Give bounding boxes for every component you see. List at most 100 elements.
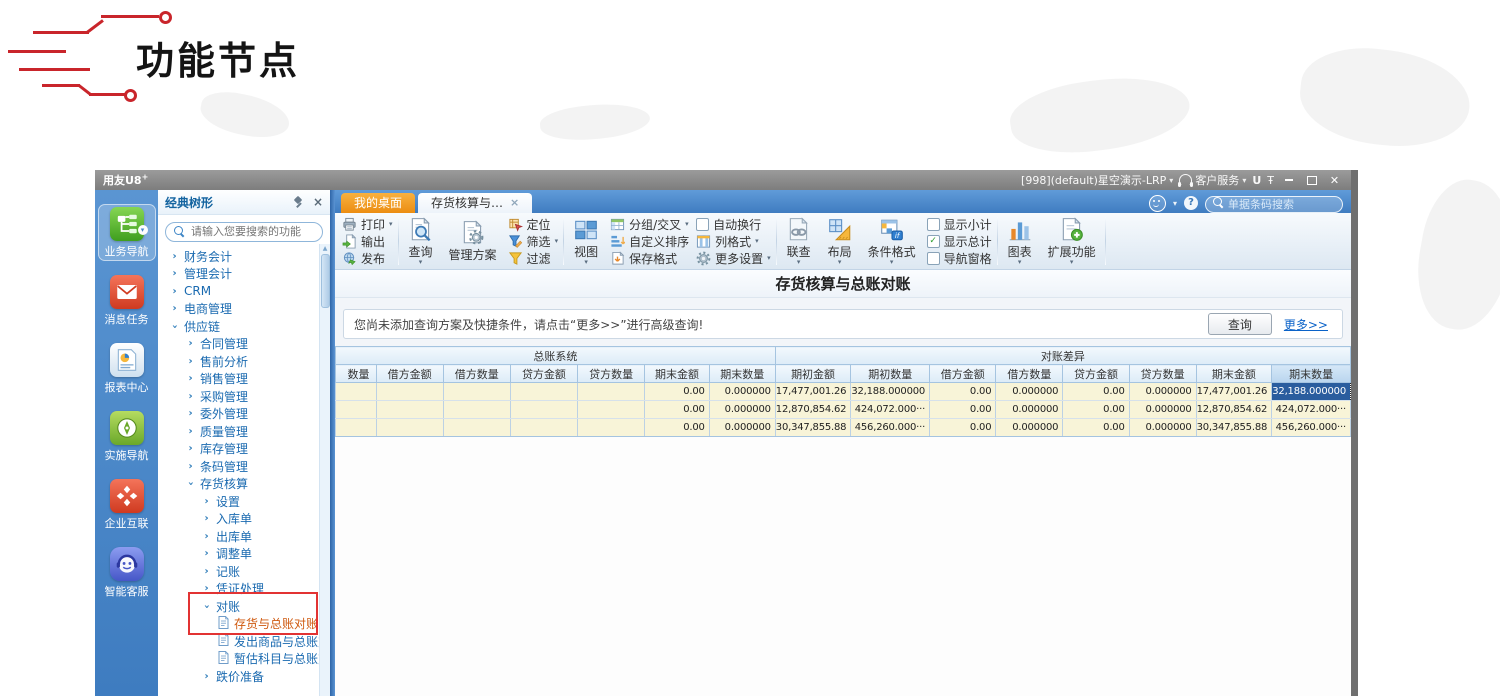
tree-panel-close-icon[interactable]: ×: [313, 196, 323, 208]
table-cell[interactable]: 0.00: [929, 382, 997, 401]
tab-inventory-reconcile[interactable]: 存货核算与… ×: [418, 193, 533, 213]
tab-close-icon[interactable]: ×: [510, 193, 519, 213]
smiley-icon[interactable]: [1148, 194, 1166, 212]
table-cell[interactable]: 0.000000: [1128, 400, 1197, 419]
table-cell[interactable]: 32,188.000000: [1271, 382, 1351, 401]
tree-item-合同管理[interactable]: › 合同管理: [158, 335, 330, 353]
table-cell[interactable]: [375, 418, 444, 437]
table-cell[interactable]: 17,477,001.26: [774, 382, 852, 401]
table-cell[interactable]: [509, 400, 579, 419]
table-cell[interactable]: 12,870,854.62: [1195, 400, 1273, 419]
table-cell[interactable]: 456,260.000···: [1271, 418, 1351, 437]
close-button[interactable]: ✕: [1326, 173, 1343, 187]
tree-item-委外管理[interactable]: › 委外管理: [158, 405, 330, 423]
table-cell[interactable]: 424,072.000···: [1271, 400, 1351, 419]
table-cell[interactable]: 0.000000: [708, 400, 776, 419]
table-cell[interactable]: 30,347,855.88: [1195, 418, 1273, 437]
table-cell[interactable]: 0.00: [644, 418, 710, 437]
table-cell[interactable]: 0.000000: [708, 418, 776, 437]
table-cell[interactable]: 0.000000: [1128, 418, 1197, 437]
table-cell[interactable]: [442, 418, 511, 437]
column-header[interactable]: 借方金额: [929, 364, 997, 383]
table-cell[interactable]: 424,072.000···: [850, 400, 931, 419]
column-header[interactable]: 借方金额: [375, 364, 444, 383]
tree-item-暂估科目与总账对账[interactable]: 暂估科目与总账对账: [158, 650, 330, 668]
column-header[interactable]: 贷方金额: [1062, 364, 1130, 383]
column-header[interactable]: 借方数量: [442, 364, 511, 383]
table-cell[interactable]: [335, 418, 377, 437]
column-header[interactable]: 期初数量: [850, 364, 931, 383]
table-cell[interactable]: [509, 418, 579, 437]
tree-item-调整单[interactable]: › 调整单: [158, 545, 330, 563]
column-header[interactable]: 期末金额: [644, 364, 710, 383]
column-header[interactable]: 贷方数量: [577, 364, 646, 383]
nav-pane-checkbox[interactable]: 导航窗格: [926, 251, 992, 266]
rail-item-5[interactable]: 企业互联: [98, 476, 156, 533]
tree-item-电商管理[interactable]: › 电商管理: [158, 300, 330, 318]
query-button[interactable]: 查询 ▾: [404, 217, 438, 266]
tree-item-条码管理[interactable]: › 条码管理: [158, 458, 330, 476]
manage-scheme-button[interactable]: 管理方案: [445, 219, 501, 263]
table-cell[interactable]: 17,477,001.26: [1195, 382, 1273, 401]
view-button[interactable]: 视图 ▾: [569, 217, 603, 266]
table-cell[interactable]: 0.000000: [995, 418, 1064, 437]
tree-item-凭证处理[interactable]: › 凭证处理: [158, 580, 330, 598]
account-selector[interactable]: [998](default)星空演示-LRP ▾: [1021, 172, 1173, 188]
customer-service-menu[interactable]: 客户服务 ▾: [1178, 172, 1246, 188]
table-cell[interactable]: [577, 382, 646, 401]
save-format-button[interactable]: 保存格式: [610, 250, 689, 266]
column-header[interactable]: 数量: [335, 364, 377, 383]
custom-sort-button[interactable]: 自定义排序: [610, 234, 689, 249]
tree-item-售前分析[interactable]: › 售前分析: [158, 353, 330, 371]
table-cell[interactable]: 0.000000: [995, 382, 1064, 401]
tree-item-发出商品与总账对账[interactable]: 发出商品与总账对账: [158, 633, 330, 651]
table-cell[interactable]: [509, 382, 579, 401]
layout-button[interactable]: 布局 ▾: [823, 217, 857, 266]
tree-item-供应链[interactable]: › 供应链: [158, 318, 330, 336]
column-header[interactable]: 期末数量: [708, 364, 776, 383]
tree-item-采购管理[interactable]: › 采购管理: [158, 388, 330, 406]
link-query-button[interactable]: 联查 ▾: [782, 217, 816, 266]
column-header[interactable]: 贷方金额: [509, 364, 579, 383]
column-format-button[interactable]: 列格式 ▾: [696, 234, 771, 249]
table-cell[interactable]: [442, 400, 511, 419]
doc-barcode-search-input[interactable]: [1205, 196, 1343, 213]
rail-item-2[interactable]: 消息任务: [98, 272, 156, 329]
restore-button[interactable]: [1303, 173, 1320, 187]
table-cell[interactable]: 0.00: [929, 400, 997, 419]
table-cell[interactable]: [335, 400, 377, 419]
table-cell[interactable]: 32,188.000000: [850, 382, 931, 401]
rail-item-6[interactable]: 智能客服: [98, 544, 156, 601]
sift-button[interactable]: 筛选 ▾: [508, 234, 558, 249]
rail-item-4[interactable]: 实施导航: [98, 408, 156, 465]
table-cell[interactable]: [577, 400, 646, 419]
auto-wrap-checkbox[interactable]: 自动换行: [696, 217, 771, 232]
tree-item-出库单[interactable]: › 出库单: [158, 528, 330, 546]
table-cell[interactable]: 0.00: [1062, 382, 1130, 401]
column-header[interactable]: 期末金额: [1195, 364, 1273, 383]
column-header[interactable]: 期末数量: [1271, 364, 1351, 383]
tree-item-对账[interactable]: › 对账: [158, 598, 330, 616]
minimize-button[interactable]: [1280, 173, 1297, 187]
table-cell[interactable]: [335, 382, 377, 401]
tree-item-记账[interactable]: › 记账: [158, 563, 330, 581]
table-cell[interactable]: [577, 418, 646, 437]
tree-scrollbar[interactable]: ▲: [319, 244, 330, 696]
table-cell[interactable]: 12,870,854.62: [774, 400, 852, 419]
column-header[interactable]: 期初金额: [774, 364, 852, 383]
tree-item-设置[interactable]: › 设置: [158, 493, 330, 511]
chevron-down-icon[interactable]: ▾: [1173, 199, 1177, 208]
tab-my-desktop[interactable]: 我的桌面: [341, 193, 416, 213]
extend-button[interactable]: 扩展功能 ▾: [1044, 217, 1100, 266]
filter-button[interactable]: 过滤: [508, 251, 559, 266]
tree-item-质量管理[interactable]: › 质量管理: [158, 423, 330, 441]
tree-item-财务会计[interactable]: › 财务会计: [158, 248, 330, 266]
tree-item-销售管理[interactable]: › 销售管理: [158, 370, 330, 388]
tree-item-跌价准备[interactable]: › 跌价准备: [158, 668, 330, 686]
tree-item-存货与总账对账[interactable]: 存货与总账对账: [158, 615, 330, 633]
table-cell[interactable]: 456,260.000···: [850, 418, 931, 437]
table-cell[interactable]: 0.00: [1062, 418, 1130, 437]
query-action-button[interactable]: 查询: [1207, 313, 1272, 335]
show-total-checkbox[interactable]: ✓ 显示总计: [926, 234, 992, 249]
table-cell[interactable]: [375, 400, 444, 419]
